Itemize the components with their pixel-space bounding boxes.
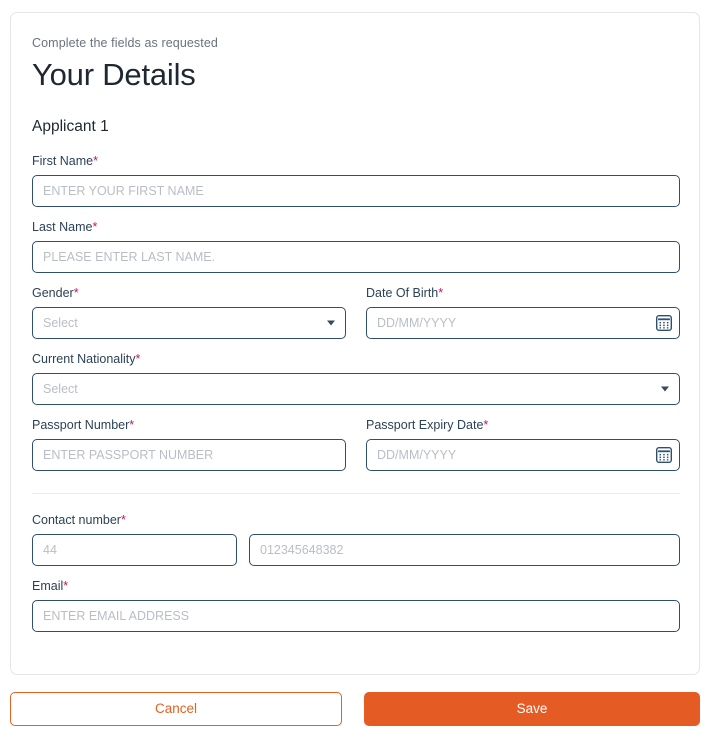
contact-number-label-text: Contact number [32, 513, 121, 527]
applicant-section-heading: Applicant 1 [32, 118, 109, 135]
cancel-button[interactable]: Cancel [10, 692, 342, 726]
save-button[interactable]: Save [364, 692, 700, 726]
first-name-field: First Name* [32, 153, 680, 207]
chevron-down-icon[interactable] [327, 320, 335, 326]
passport-expiry-date-label: Passport Expiry Date* [366, 417, 680, 433]
passport-expiry-date-field: Passport Expiry Date* [366, 417, 680, 471]
form-footer: Cancel Save [10, 692, 700, 726]
email-field: Email* [32, 578, 680, 632]
date-of-birth-field: Date Of Birth* [366, 285, 680, 339]
contact-number-field: Contact number* [32, 512, 680, 566]
contact-number-inputs [32, 534, 680, 566]
gender-dob-row: Gender* Select Date Of Birth* [32, 285, 680, 339]
date-of-birth-label-text: Date Of Birth [366, 286, 439, 300]
passport-expiry-date-input-wrap [366, 439, 680, 471]
email-input[interactable] [32, 600, 680, 632]
calendar-icon[interactable] [655, 446, 673, 464]
last-name-field: Last Name* [32, 219, 680, 273]
required-asterisk: * [438, 286, 444, 300]
country-code-input[interactable] [32, 534, 237, 566]
card-content: Complete the fields as requested Your De… [31, 35, 680, 632]
current-nationality-label-text: Current Nationality [32, 352, 136, 366]
last-name-row: Last Name* [32, 219, 680, 273]
passport-expiry-date-input[interactable] [366, 439, 680, 471]
email-label: Email* [32, 578, 680, 594]
first-name-input[interactable] [32, 175, 680, 207]
current-nationality-row: Current Nationality* Select [32, 351, 680, 405]
required-asterisk: * [93, 154, 98, 168]
date-of-birth-input[interactable] [366, 307, 680, 339]
first-name-label-text: First Name [32, 154, 94, 168]
contact-number-label: Contact number* [32, 512, 680, 528]
date-of-birth-label: Date Of Birth* [366, 285, 680, 301]
phone-number-input[interactable] [249, 534, 680, 566]
email-input-wrap [32, 600, 680, 632]
form-instruction-text: Complete the fields as requested [32, 36, 218, 50]
passport-expiry-date-label-text: Passport Expiry Date [366, 418, 484, 432]
current-nationality-select-wrap: Select [32, 373, 680, 405]
last-name-label-text: Last Name [32, 220, 93, 234]
country-code-input-wrap [32, 534, 237, 566]
page-title: Your Details [32, 57, 196, 92]
section-divider [32, 493, 680, 494]
gender-select[interactable]: Select [32, 307, 346, 339]
email-row: Email* [32, 578, 680, 632]
passport-number-label-text: Passport Number [32, 418, 130, 432]
last-name-input[interactable] [32, 241, 680, 273]
your-details-card: Complete the fields as requested Your De… [10, 12, 700, 675]
first-name-label: First Name* [32, 153, 680, 169]
passport-number-input[interactable] [32, 439, 346, 471]
required-asterisk: * [129, 418, 135, 432]
passport-number-field: Passport Number* [32, 417, 346, 471]
gender-label-text: Gender [32, 286, 74, 300]
current-nationality-label: Current Nationality* [32, 351, 680, 367]
first-name-row: First Name* [32, 153, 680, 207]
required-asterisk: * [73, 286, 79, 300]
chevron-down-icon[interactable] [661, 386, 669, 392]
gender-label: Gender* [32, 285, 346, 301]
date-of-birth-input-wrap [366, 307, 680, 339]
required-asterisk: * [483, 418, 489, 432]
passport-row: Passport Number* Passport Expiry Date* [32, 417, 680, 471]
last-name-input-wrap [32, 241, 680, 273]
email-label-text: Email [32, 579, 64, 593]
passport-number-label: Passport Number* [32, 417, 346, 433]
required-asterisk: * [120, 513, 126, 527]
contact-number-row: Contact number* [32, 512, 680, 566]
last-name-label: Last Name* [32, 219, 680, 235]
gender-select-wrap: Select [32, 307, 346, 339]
required-asterisk: * [135, 352, 141, 366]
passport-number-input-wrap [32, 439, 346, 471]
details-form-page: Complete the fields as requested Your De… [0, 0, 727, 747]
current-nationality-field: Current Nationality* Select [32, 351, 680, 405]
current-nationality-select[interactable]: Select [32, 373, 680, 405]
phone-number-input-wrap [249, 534, 680, 566]
calendar-icon[interactable] [655, 314, 673, 332]
first-name-input-wrap [32, 175, 680, 207]
required-asterisk: * [63, 579, 69, 593]
gender-field: Gender* Select [32, 285, 346, 339]
required-asterisk: * [92, 220, 98, 234]
